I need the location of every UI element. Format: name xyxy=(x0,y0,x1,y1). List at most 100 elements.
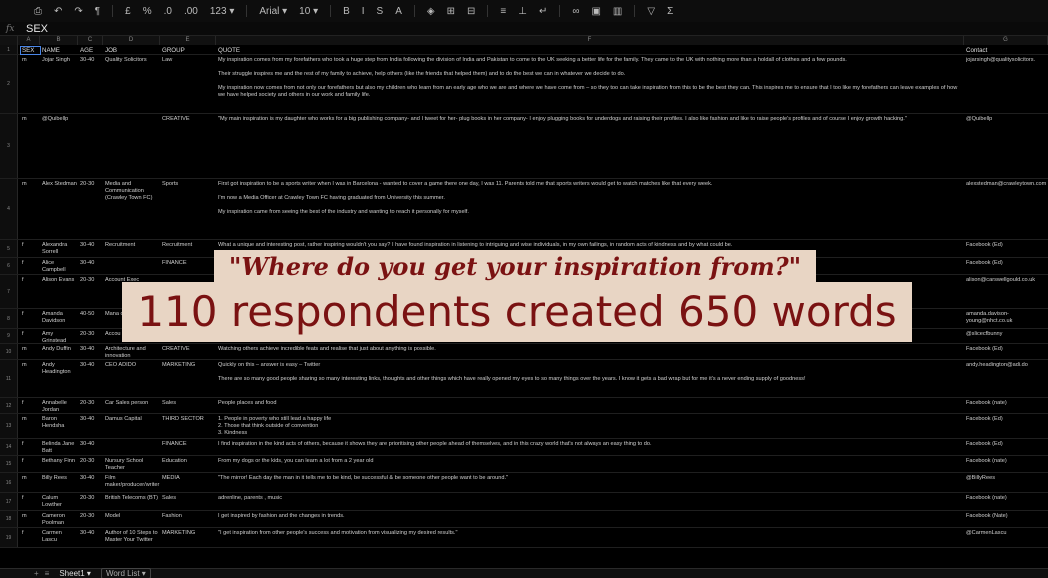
cell-contact[interactable]: Facebook (nate) xyxy=(966,400,1048,407)
cell-group[interactable]: Law xyxy=(162,57,214,64)
row-number[interactable]: 1 xyxy=(0,45,18,54)
filter-icon[interactable]: ▽ xyxy=(643,6,659,17)
cell-job[interactable]: Model xyxy=(105,513,160,520)
increase-decimal-button[interactable]: .00 xyxy=(180,6,202,17)
cell-age[interactable]: 30-40 xyxy=(80,346,102,353)
cell-sex[interactable]: f xyxy=(22,242,38,249)
cell-name[interactable]: Amanda Davidson xyxy=(42,311,78,325)
chart-icon[interactable]: ▥ xyxy=(609,6,626,17)
column-header-d[interactable]: D xyxy=(103,36,160,45)
row-number[interactable]: 18 xyxy=(0,511,18,527)
column-header-a[interactable]: A xyxy=(18,36,40,45)
wrap-icon[interactable]: ↵ xyxy=(535,6,551,17)
cell-age[interactable]: 40-50 xyxy=(80,311,102,318)
cell-quote[interactable]: "My main inspiration is my daughter who … xyxy=(218,116,962,123)
row-number[interactable]: 9 xyxy=(0,329,18,343)
cell-contact[interactable]: alexstedman@crawleytown.com xyxy=(966,181,1048,188)
text-color-button[interactable]: A xyxy=(391,6,406,17)
cell-age[interactable]: 20-30 xyxy=(80,513,102,520)
cell-group[interactable]: Sports xyxy=(162,181,214,188)
cell-age[interactable]: 20-30 xyxy=(80,181,102,188)
cell-job[interactable]: CEO ADIDO xyxy=(105,362,160,369)
cell-sex[interactable]: m xyxy=(22,116,38,123)
redo-icon[interactable]: ↷ xyxy=(70,6,86,17)
all-sheets-button[interactable]: ≡ xyxy=(45,569,50,578)
cell-age[interactable]: 20-30 xyxy=(80,458,102,465)
row-number[interactable]: 12 xyxy=(0,398,18,413)
row-number[interactable]: 8 xyxy=(0,309,18,328)
cell-name[interactable]: Baron Hendsha xyxy=(42,416,78,430)
print-icon[interactable]: ⎙ xyxy=(30,6,46,17)
column-header-b[interactable]: B xyxy=(40,36,78,45)
cell-sex[interactable]: m xyxy=(22,513,38,520)
number-format-button[interactable]: 123 ▾ xyxy=(206,6,238,17)
cell-sex[interactable]: m xyxy=(22,416,38,423)
cell-group[interactable]: Sales xyxy=(162,400,214,407)
cell-contact[interactable]: @BillyRees xyxy=(966,475,1048,482)
cell-name[interactable]: Cameron Poolman xyxy=(42,513,78,527)
column-header-c[interactable]: C xyxy=(78,36,103,45)
cell-group[interactable]: MARKETING xyxy=(162,362,214,369)
cell-job[interactable]: Nursury School Teacher xyxy=(105,458,160,472)
formula-input[interactable]: SEX xyxy=(20,23,48,35)
cell-age[interactable]: 30-40 xyxy=(80,530,102,537)
strikethrough-button[interactable]: S xyxy=(373,6,388,17)
cell-age[interactable]: 30-40 xyxy=(80,242,102,249)
row-number[interactable]: 2 xyxy=(0,55,18,113)
cell-group[interactable]: CREATIVE xyxy=(162,116,214,123)
row-number[interactable]: 5 xyxy=(0,240,18,257)
cell-group[interactable]: Education xyxy=(162,458,214,465)
cell-age[interactable]: 20-30 xyxy=(80,331,102,338)
cell-name[interactable]: Amy Grinstead xyxy=(42,331,78,344)
cell-quote[interactable]: Quickly on this – answer is easy – Twitt… xyxy=(218,362,962,383)
cell-age[interactable]: 30-40 xyxy=(80,441,102,448)
cell-contact[interactable]: @CarmenLascu xyxy=(966,530,1048,537)
cell-contact[interactable]: @Quibellp xyxy=(966,116,1048,123)
row-number[interactable]: 19 xyxy=(0,528,18,547)
currency-button[interactable]: £ xyxy=(121,6,135,17)
cell-name[interactable]: Annabelle Jordan xyxy=(42,400,78,414)
add-sheet-button[interactable]: + xyxy=(34,569,39,578)
cell-job[interactable]: Car Sales person xyxy=(105,400,160,407)
cell-group[interactable]: MEDIA xyxy=(162,475,214,482)
align-icon[interactable]: ≡ xyxy=(496,6,510,17)
cell-quote[interactable]: adrenline, parents , music xyxy=(218,495,962,502)
cell-contact[interactable]: Facebook (Nate) xyxy=(966,513,1048,520)
comment-icon[interactable]: ▣ xyxy=(587,6,604,17)
cell-quote[interactable]: "I get inspiration from other people's s… xyxy=(218,530,962,537)
decrease-decimal-button[interactable]: .0 xyxy=(160,6,176,17)
cell-quote[interactable]: First got inspiration to be a sports wri… xyxy=(218,181,962,216)
cell-sex[interactable]: f xyxy=(22,530,38,537)
cell-name[interactable]: Jojar Singh xyxy=(42,57,78,64)
cell-name[interactable]: Bethany Finn xyxy=(42,458,78,465)
percent-button[interactable]: % xyxy=(139,6,156,17)
cell-sex[interactable]: f xyxy=(22,311,38,318)
cell-sex[interactable]: f xyxy=(22,495,38,502)
cell-quote[interactable]: I get inspired by fashion and the change… xyxy=(218,513,962,520)
cell-quote[interactable]: QUOTE xyxy=(218,47,962,54)
fill-color-icon[interactable]: ◈ xyxy=(423,6,439,17)
row-number[interactable]: 10 xyxy=(0,344,18,359)
cell-contact[interactable]: andy.headington@adi.do xyxy=(966,362,1048,369)
cell-contact[interactable]: Facebook (Ed) xyxy=(966,260,1048,267)
sheet-tab-sheet1[interactable]: Sheet1 ▾ xyxy=(55,569,95,578)
cell-age[interactable]: 30-40 xyxy=(80,416,102,423)
cell-sex[interactable]: m xyxy=(22,362,38,369)
cell-sex[interactable]: f xyxy=(22,458,38,465)
cell-job[interactable]: Architecture and innovation xyxy=(105,346,160,360)
row-number[interactable]: 13 xyxy=(0,414,18,438)
cell-group[interactable]: Sales xyxy=(162,495,214,502)
borders-icon[interactable]: ⊞ xyxy=(443,6,459,17)
cell-age[interactable]: 30-40 xyxy=(80,260,102,267)
cell-job[interactable]: British Telecoms (BT) xyxy=(105,495,160,502)
cell-quote[interactable]: My inspiration comes from my forefathers… xyxy=(218,57,962,99)
cell-name[interactable]: Carmen Lascu xyxy=(42,530,78,544)
cell-quote[interactable]: I find inspiration in the kind acts of o… xyxy=(218,441,962,448)
valign-icon[interactable]: ⊥ xyxy=(514,6,531,17)
cell-group[interactable]: GROUP xyxy=(162,47,214,54)
italic-button[interactable]: I xyxy=(358,6,369,17)
cell-contact[interactable]: jojarsingh@qualitysolicitors. xyxy=(966,57,1048,64)
row-number[interactable]: 16 xyxy=(0,473,18,492)
select-all-corner[interactable] xyxy=(0,36,18,45)
row-number[interactable]: 11 xyxy=(0,360,18,397)
